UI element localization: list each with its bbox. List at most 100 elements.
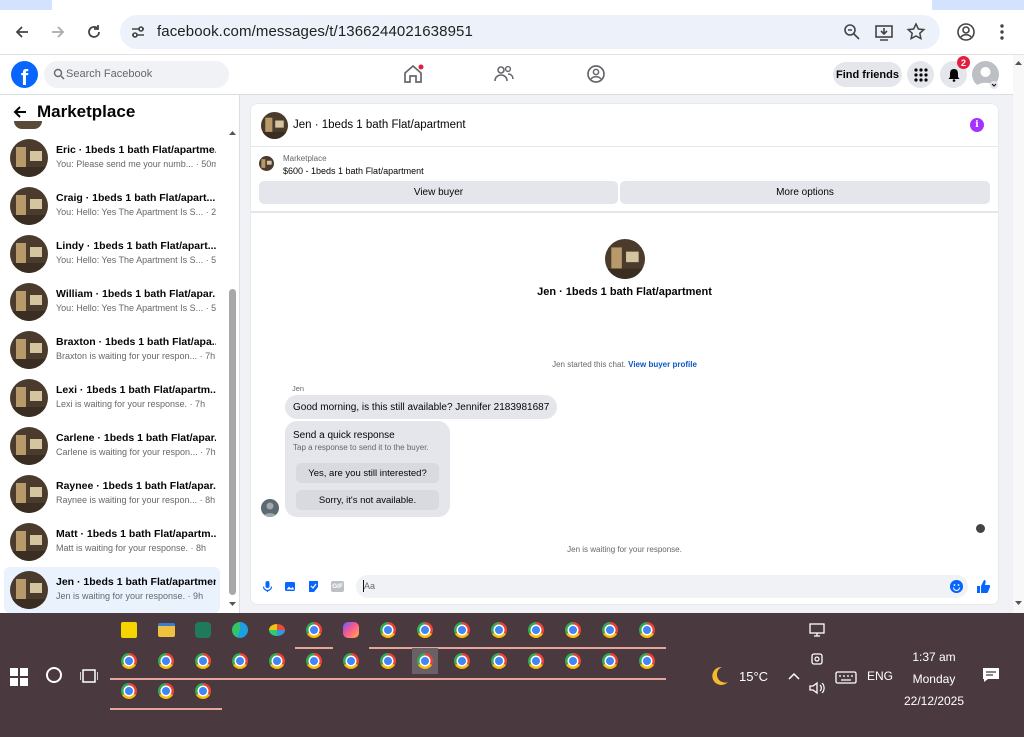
- chrome-app[interactable]: [295, 648, 333, 680]
- chrome-app[interactable]: [443, 617, 481, 649]
- conversation-item[interactable]: Carlene · 1beds 1 bath Flat/apar... Carl…: [4, 423, 220, 469]
- friends-icon[interactable]: [493, 63, 515, 85]
- scroll-down-icon[interactable]: [1014, 599, 1023, 607]
- message-bubble[interactable]: Good morning, is this still available? J…: [285, 395, 558, 419]
- star-icon[interactable]: [906, 22, 926, 42]
- image-icon[interactable]: [284, 580, 297, 593]
- microphone-icon[interactable]: [261, 580, 274, 593]
- notification-center-icon[interactable]: [982, 667, 1000, 683]
- edge-app[interactable]: [227, 617, 253, 643]
- home-icon[interactable]: [402, 63, 424, 85]
- chrome-app[interactable]: [480, 648, 518, 680]
- chrome-app[interactable]: [147, 648, 185, 680]
- conversation-item[interactable]: Eric · 1beds 1 bath Flat/apartme... You:…: [4, 135, 220, 181]
- page-scrollbar[interactable]: [1013, 55, 1024, 613]
- arrow-left-icon[interactable]: [12, 104, 28, 120]
- network-icon[interactable]: [808, 621, 826, 639]
- chrome-app[interactable]: [591, 648, 629, 680]
- app-green[interactable]: [190, 617, 216, 643]
- chrome-app[interactable]: [369, 617, 407, 649]
- listing-title[interactable]: $600 - 1beds 1 bath Flat/apartment: [283, 166, 424, 176]
- message-input[interactable]: Aa: [356, 575, 968, 598]
- thumbs-up-icon[interactable]: [976, 579, 991, 594]
- sticker-icon[interactable]: [307, 580, 320, 593]
- emoji-icon[interactable]: [950, 580, 963, 593]
- scroll-up-icon[interactable]: [1014, 59, 1023, 67]
- facebook-logo-icon[interactable]: f: [11, 61, 38, 88]
- forward-button[interactable]: [46, 20, 70, 44]
- listing-thumbnail[interactable]: [259, 156, 274, 171]
- paint-app[interactable]: [264, 617, 290, 643]
- chrome-app[interactable]: [517, 648, 555, 680]
- address-bar[interactable]: facebook.com/messages/t/1366244021638951: [120, 15, 940, 49]
- info-icon[interactable]: i: [970, 118, 984, 132]
- chat-title[interactable]: Jen · 1beds 1 bath Flat/apartment: [293, 119, 466, 131]
- sidebar-scroll-down-icon[interactable]: [228, 600, 237, 608]
- chrome-app[interactable]: [628, 617, 666, 649]
- task-view-icon[interactable]: [80, 667, 98, 685]
- chrome-app[interactable]: [110, 678, 148, 710]
- quick-response-no-button[interactable]: Sorry, it's not available.: [296, 490, 439, 510]
- webcam-icon[interactable]: [808, 651, 826, 669]
- chrome-app[interactable]: [591, 617, 629, 649]
- chrome-app[interactable]: [147, 678, 185, 710]
- menu-button[interactable]: [907, 61, 934, 88]
- conversation-item[interactable]: Lexi · 1beds 1 bath Flat/apartm... Lexi …: [4, 375, 220, 421]
- chrome-app[interactable]: [221, 648, 259, 680]
- view-buyer-button[interactable]: View buyer: [259, 181, 618, 204]
- chrome-app[interactable]: [628, 648, 666, 680]
- conversation-item[interactable]: Braxton · 1beds 1 bath Flat/apa... Braxt…: [4, 327, 220, 373]
- temperature-text[interactable]: 15°C: [739, 669, 768, 684]
- sticky-notes-app[interactable]: [116, 617, 142, 643]
- sidebar-scroll-up-icon[interactable]: [228, 129, 237, 137]
- chrome-app[interactable]: [480, 617, 518, 649]
- chrome-app[interactable]: [332, 648, 370, 680]
- back-button[interactable]: [10, 20, 34, 44]
- chrome-app[interactable]: [443, 648, 481, 680]
- conversation-item[interactable]: Lindy · 1beds 1 bath Flat/apart... You: …: [4, 231, 220, 277]
- active-tab[interactable]: [52, 0, 932, 10]
- chrome-app[interactable]: [110, 648, 148, 680]
- chrome-app[interactable]: [184, 648, 222, 680]
- reload-button[interactable]: [82, 20, 106, 44]
- gif-icon[interactable]: GIF: [331, 581, 344, 592]
- facebook-search-input[interactable]: Search Facebook: [44, 61, 229, 88]
- windows-start-icon[interactable]: [10, 668, 28, 686]
- view-buyer-profile-link[interactable]: View buyer profile: [628, 360, 697, 369]
- chevron-up-icon[interactable]: [785, 668, 803, 686]
- chrome-app-active[interactable]: [406, 648, 444, 680]
- taskbar-search-icon[interactable]: [46, 667, 62, 683]
- install-app-icon[interactable]: [874, 22, 894, 42]
- chrome-app[interactable]: [406, 617, 444, 649]
- conversation-item[interactable]: William · 1beds 1 bath Flat/apar... You:…: [4, 279, 220, 325]
- language-indicator[interactable]: ENG: [867, 669, 893, 683]
- keyboard-icon[interactable]: [835, 668, 857, 686]
- kebab-menu-icon[interactable]: [992, 22, 1012, 42]
- chrome-app[interactable]: [295, 617, 333, 649]
- chrome-app[interactable]: [258, 648, 296, 680]
- file-explorer-app[interactable]: [153, 617, 179, 643]
- more-options-button[interactable]: More options: [620, 181, 990, 204]
- groups-icon[interactable]: [585, 63, 607, 85]
- conversation-item-active[interactable]: Jen · 1beds 1 bath Flat/apartment Jen is…: [4, 567, 220, 613]
- profile-icon[interactable]: [956, 22, 976, 42]
- chrome-app[interactable]: [554, 648, 592, 680]
- conversation-item[interactable]: Craig · 1beds 1 bath Flat/apart... You: …: [4, 183, 220, 229]
- conversation-item[interactable]: Matt · 1beds 1 bath Flat/apartm... Matt …: [4, 519, 220, 565]
- sidebar-scrollbar-thumb[interactable]: [229, 289, 236, 595]
- site-settings-icon[interactable]: [128, 22, 148, 42]
- find-friends-button[interactable]: Find friends: [833, 62, 902, 87]
- speaker-icon[interactable]: [808, 679, 826, 697]
- chrome-app[interactable]: [184, 678, 222, 710]
- zoom-icon[interactable]: [842, 22, 862, 42]
- quick-response-yes-button[interactable]: Yes, are you still interested?: [296, 463, 439, 483]
- conversation-item[interactable]: Raynee · 1beds 1 bath Flat/apar... Rayne…: [4, 471, 220, 517]
- moon-weather-icon[interactable]: [707, 664, 731, 688]
- chrome-app[interactable]: [517, 617, 555, 649]
- copilot-app[interactable]: [338, 617, 364, 643]
- chevron-down-icon[interactable]: [990, 81, 998, 89]
- url-text[interactable]: facebook.com/messages/t/1366244021638951: [157, 23, 473, 40]
- chat-avatar[interactable]: [261, 112, 288, 139]
- chrome-app[interactable]: [554, 617, 592, 649]
- chrome-app[interactable]: [369, 648, 407, 680]
